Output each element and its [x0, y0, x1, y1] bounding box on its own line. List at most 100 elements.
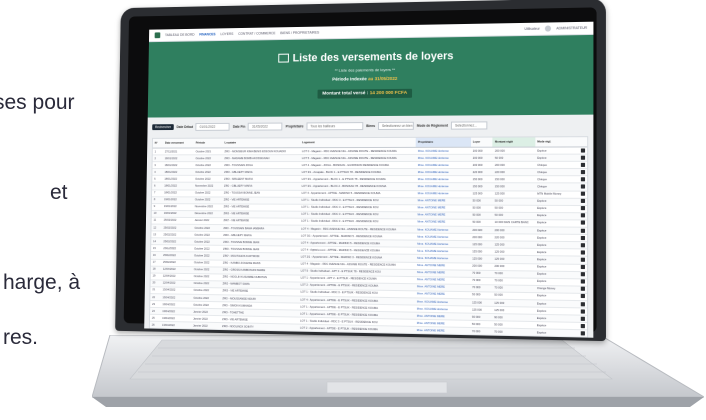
table-cell[interactable]: Mme. KOUAME Hortense [415, 147, 471, 155]
total-value: 14 200 000 FCFA [369, 90, 408, 97]
account-menu[interactable]: ADMINISTRATEUR [556, 26, 587, 31]
print-icon[interactable] [580, 257, 585, 262]
print-icon[interactable] [580, 199, 585, 204]
nav-item-biens[interactable]: BIENS / PROPRIETAIRES [280, 31, 319, 36]
print-icon[interactable] [580, 162, 585, 167]
table-cell: 200 000 [492, 147, 536, 155]
column-header[interactable]: Logement [300, 137, 416, 148]
print-icon[interactable] [580, 155, 585, 160]
row-action-cell[interactable] [577, 285, 588, 294]
row-action-cell[interactable] [577, 293, 588, 301]
print-icon[interactable] [580, 250, 585, 255]
row-action-cell[interactable] [577, 205, 588, 213]
row-action-cell[interactable] [577, 249, 588, 257]
table-cell: 18/01/2022 [162, 161, 194, 169]
row-action-cell[interactable] [577, 176, 588, 184]
print-icon[interactable] [580, 169, 585, 174]
owner-select[interactable]: Tous les bailleurs [306, 122, 364, 131]
column-header[interactable]: Période [193, 138, 223, 148]
table-cell: 50 000 [492, 154, 536, 162]
owner-label: Propriétaire [285, 124, 304, 129]
row-action-cell[interactable] [577, 197, 588, 206]
print-icon[interactable] [580, 213, 585, 218]
app-logo-icon[interactable] [154, 32, 161, 39]
row-action-cell[interactable] [577, 219, 588, 228]
column-header[interactable] [578, 137, 588, 147]
nav-item-finances[interactable]: FINANCES [199, 32, 215, 36]
print-icon[interactable] [580, 279, 585, 284]
table-cell: Octobre 2022 [193, 168, 223, 176]
row-action-cell[interactable] [577, 263, 588, 272]
row-action-cell[interactable] [577, 168, 588, 177]
payment-mode-select[interactable]: Selectionnez... [451, 121, 488, 130]
table-body: 1 27/11/2021 Octobre 2021 ZRO - MONSIEUR KI… [149, 146, 588, 338]
avatar[interactable] [544, 25, 552, 32]
row-action-cell[interactable] [577, 300, 588, 309]
row-action-cell[interactable] [577, 183, 588, 191]
table-row[interactable]: 3 18/01/2022 Octobre 2022 ZRO - TOUSSAIN ZO… [152, 161, 588, 169]
table-cell: Espèce [535, 146, 579, 155]
print-icon[interactable] [580, 272, 585, 277]
hero-banner: Liste des versements de loyers ** Liste … [147, 34, 594, 118]
print-icon[interactable] [580, 301, 585, 306]
table-cell: LOT 5 - Magasin - RDC AVENUE NIA - ASSIN… [299, 154, 416, 162]
page-text-word: et [50, 181, 68, 204]
row-action-cell[interactable] [577, 271, 588, 279]
table-cell: 10 [151, 210, 162, 218]
property-select[interactable]: Selectionnez un bien [377, 121, 414, 130]
print-icon[interactable] [580, 206, 585, 211]
print-icon[interactable] [580, 323, 585, 328]
search-button[interactable]: Rechercher [152, 124, 174, 131]
table-cell[interactable]: Mme. KOUAME Hortense [415, 175, 471, 184]
print-icon[interactable] [580, 264, 585, 270]
page-subtitle: ** Liste des paiements de loyers ** [334, 67, 396, 73]
table-cell[interactable]: Mme. ANTOINE MERE [414, 333, 470, 338]
table-cell: 150 000 [470, 183, 493, 191]
table-cell: 7 [152, 189, 163, 197]
column-header[interactable]: Propriétaire [415, 137, 471, 148]
column-header[interactable]: Locataire [222, 138, 301, 148]
date-end-input[interactable]: 31/05/2022 [248, 122, 283, 131]
table-cell: 200 000 [470, 147, 493, 155]
print-icon[interactable] [580, 220, 585, 226]
table-cell[interactable]: Mme. KOUAME Hortense [415, 161, 471, 169]
table-cell[interactable]: Mme. KOUAME Hortense [415, 154, 471, 162]
nav-item-loyers[interactable]: LOYERS [220, 32, 233, 36]
print-icon[interactable] [580, 235, 585, 240]
column-header[interactable]: Mode règl. [535, 137, 579, 148]
payment-mode-label: Mode de Règlement [416, 123, 449, 128]
nav-item-dashboard[interactable]: TABLEAU DE BORD [165, 33, 195, 37]
row-action-cell[interactable] [577, 256, 588, 264]
print-icon[interactable] [580, 286, 585, 292]
print-icon[interactable] [580, 191, 585, 196]
table-cell: 9 [151, 203, 163, 211]
table-cell: 200 000 [492, 161, 536, 169]
row-action-cell[interactable] [577, 241, 588, 250]
print-icon[interactable] [580, 177, 585, 182]
column-header[interactable]: Loyer [470, 137, 493, 148]
row-action-cell[interactable] [577, 212, 588, 220]
row-action-cell[interactable] [578, 154, 588, 162]
print-icon[interactable] [580, 331, 585, 336]
table-cell: 70 000 [469, 335, 493, 338]
print-icon[interactable] [580, 316, 585, 321]
row-action-cell[interactable] [578, 146, 588, 155]
row-action-cell[interactable] [577, 234, 588, 242]
column-header[interactable]: N° [152, 138, 164, 149]
row-action-cell[interactable] [577, 227, 588, 235]
print-icon[interactable] [580, 148, 585, 153]
print-icon[interactable] [580, 242, 585, 248]
nav-item-contrat[interactable]: CONTRAT / COMMERCE [238, 31, 275, 36]
print-icon[interactable] [580, 294, 585, 299]
print-icon[interactable] [580, 184, 585, 189]
date-start-input[interactable]: 01/01/2022 [195, 122, 231, 131]
row-action-cell[interactable] [577, 161, 588, 169]
column-header[interactable]: Montant réglé [492, 137, 536, 148]
user-menu[interactable]: Utilisateur [524, 27, 539, 31]
row-action-cell[interactable] [577, 278, 588, 286]
print-icon[interactable] [580, 228, 585, 233]
print-icon[interactable] [580, 309, 585, 314]
row-action-cell[interactable] [577, 190, 588, 198]
table-cell[interactable]: Mme. KOUAME Hortense [415, 168, 471, 176]
column-header[interactable]: Date versement [163, 138, 194, 149]
